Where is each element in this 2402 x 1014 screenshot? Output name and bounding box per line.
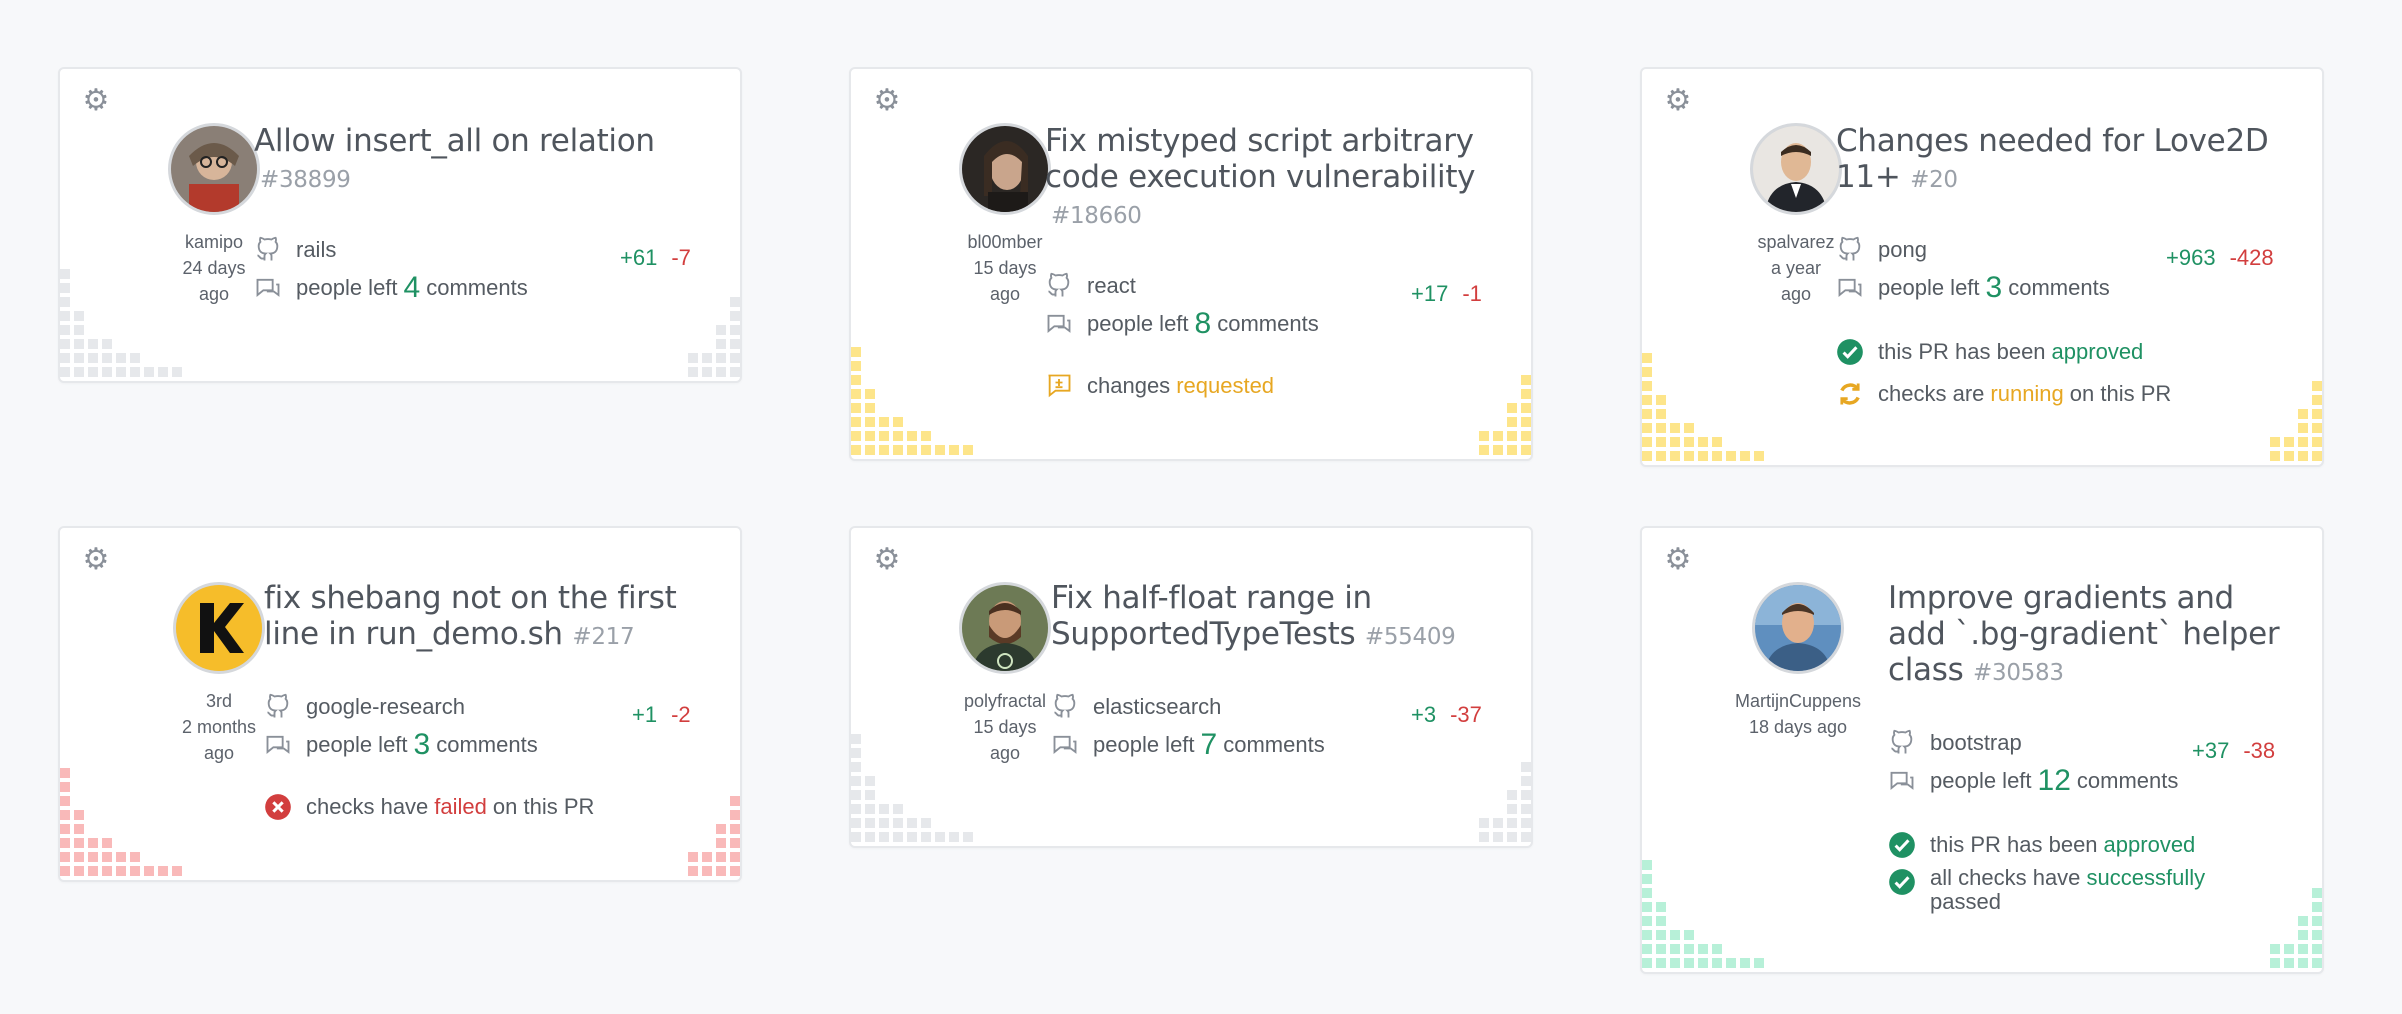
pr-title-text[interactable]: Allow insert_all on relation xyxy=(254,123,655,159)
pr-title[interactable]: Fix half-float range in SupportedTypeTes… xyxy=(1051,580,1491,655)
corner-pattern xyxy=(851,716,1531,846)
comments-icon xyxy=(1836,274,1864,302)
additions: +963 xyxy=(2166,245,2216,270)
gear-icon[interactable]: ⚙ xyxy=(873,86,901,116)
github-icon xyxy=(1888,729,1916,757)
github-icon xyxy=(1836,236,1864,264)
avatar[interactable] xyxy=(959,582,1051,674)
github-icon xyxy=(264,693,292,721)
pr-title[interactable]: Improve gradients and add `.bg-gradient`… xyxy=(1888,580,2288,691)
comments-suffix: comments xyxy=(2076,768,2179,793)
repo-row: bootstrap xyxy=(1888,728,2022,758)
pr-card[interactable]: ⚙ 3rd 2 months ago fix shebang not on th… xyxy=(58,526,742,882)
deletions: -38 xyxy=(2243,738,2276,763)
comments-count: 12 xyxy=(2037,764,2071,797)
repo-name[interactable]: react xyxy=(1087,271,1136,301)
corner-pattern xyxy=(851,329,1531,459)
comments-row: people left 12 comments xyxy=(1888,766,2178,796)
time-ago: 18 days ago xyxy=(1748,717,1848,737)
pr-title[interactable]: Fix mistyped script arbitrary code execu… xyxy=(1045,123,1485,234)
comments-row: people left 3 comments xyxy=(1836,273,2110,303)
repo-name[interactable]: pong xyxy=(1878,235,1927,265)
additions: +17 xyxy=(1411,281,1449,306)
pr-card[interactable]: ⚙ kamipo 24 days ago Allow insert_all on… xyxy=(58,67,742,383)
gear-icon[interactable]: ⚙ xyxy=(1664,86,1692,116)
pr-title[interactable]: Changes needed for Love2D 11+ #20 xyxy=(1836,123,2276,198)
avatar[interactable] xyxy=(168,123,260,215)
repo-name[interactable]: google-research xyxy=(306,692,465,722)
deletions: -2 xyxy=(671,702,691,727)
additions: +37 xyxy=(2192,738,2230,763)
avatar[interactable] xyxy=(1750,123,1842,215)
github-icon xyxy=(1045,272,1073,300)
pr-card[interactable]: ⚙ spalvarez a year ago Changes needed fo… xyxy=(1640,67,2324,467)
deletions: -1 xyxy=(1462,281,1482,306)
diff-stats: +17 -1 xyxy=(1411,279,1482,309)
gear-icon[interactable]: ⚙ xyxy=(873,545,901,575)
comments-count: 3 xyxy=(1985,271,2003,304)
author: MartijnCuppens 18 days ago xyxy=(1703,582,1893,740)
pr-title-text[interactable]: Fix half-float range in SupportedTypeTes… xyxy=(1051,580,1372,652)
corner-pattern xyxy=(1642,335,2322,465)
pr-number[interactable]: #20 xyxy=(1910,167,1958,193)
pr-card[interactable]: ⚙ bl00mber 15 days ago Fix mistyped scri… xyxy=(849,67,1533,461)
repo-row: pong xyxy=(1836,235,1927,265)
pr-title[interactable]: fix shebang not on the first line in run… xyxy=(264,580,704,655)
gear-icon[interactable]: ⚙ xyxy=(82,86,110,116)
corner-pattern xyxy=(60,750,740,880)
deletions: -428 xyxy=(2229,245,2274,270)
comments-icon xyxy=(1888,767,1916,795)
pr-title-text[interactable]: Changes needed for Love2D 11+ xyxy=(1836,123,2269,195)
pr-number[interactable]: #30583 xyxy=(1973,660,2064,686)
comments-prefix: people left xyxy=(1930,768,2032,793)
avatar[interactable] xyxy=(959,123,1051,215)
pr-card[interactable]: ⚙ polyfractal 15 days ago Fix half-float… xyxy=(849,526,1533,848)
username[interactable]: MartijnCuppens xyxy=(1703,688,1893,714)
corner-pattern xyxy=(60,251,740,381)
repo-row: google-research xyxy=(264,692,465,722)
pr-title[interactable]: Allow insert_all on relation #38899 xyxy=(254,123,694,198)
diff-stats: +963 -428 xyxy=(2166,243,2274,273)
avatar[interactable] xyxy=(173,582,265,674)
repo-name[interactable]: bootstrap xyxy=(1930,728,2022,758)
pr-title-text[interactable]: Fix mistyped script arbitrary code execu… xyxy=(1045,123,1476,195)
repo-row: react xyxy=(1045,271,1136,301)
pr-number[interactable]: #217 xyxy=(572,624,634,650)
corner-pattern xyxy=(1642,842,2322,972)
avatar[interactable] xyxy=(1752,582,1844,674)
pr-title-text[interactable]: Improve gradients and add `.bg-gradient`… xyxy=(1888,580,2280,688)
pr-number[interactable]: #55409 xyxy=(1365,624,1456,650)
gear-icon[interactable]: ⚙ xyxy=(82,545,110,575)
comments-prefix: people left xyxy=(1878,275,1980,300)
diff-stats: +37 -38 xyxy=(2192,736,2275,766)
gear-icon[interactable]: ⚙ xyxy=(1664,545,1692,575)
pr-number[interactable]: #38899 xyxy=(260,167,351,193)
pr-number[interactable]: #18660 xyxy=(1051,203,1142,229)
comments-suffix: comments xyxy=(2008,275,2110,300)
diff-stats: +1 -2 xyxy=(632,700,691,730)
additions: +1 xyxy=(632,702,658,727)
pr-card[interactable]: ⚙ MartijnCuppens 18 days ago Improve gra… xyxy=(1640,526,2324,974)
